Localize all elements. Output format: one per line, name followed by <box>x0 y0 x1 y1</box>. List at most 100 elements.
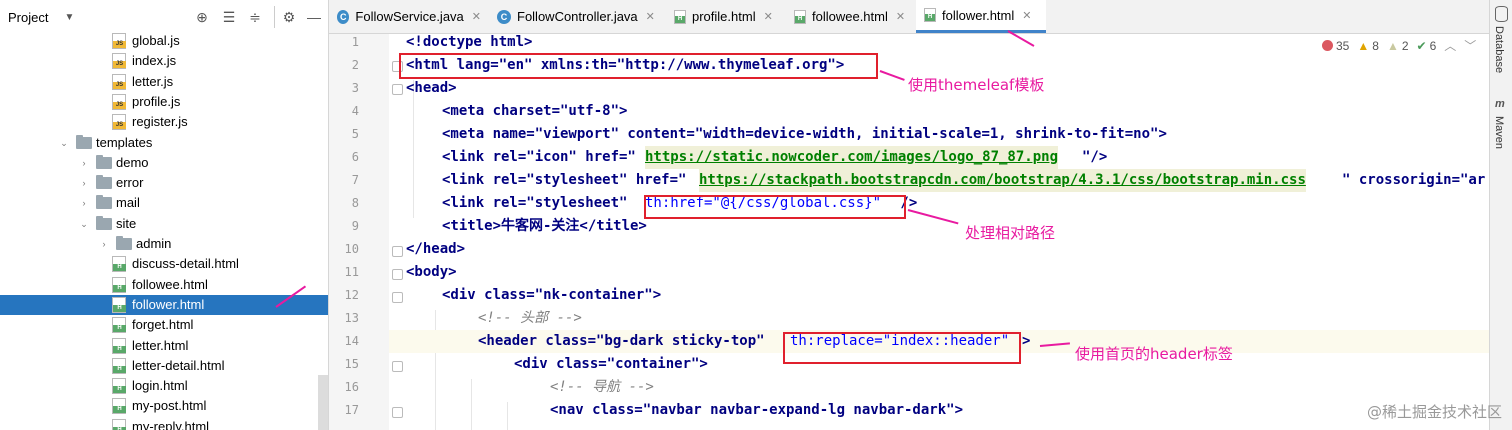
tree-item[interactable]: Hdiscuss-detail.html <box>0 254 328 274</box>
tab-profile[interactable]: profile.html ✕ <box>666 0 786 33</box>
tab-label: FollowController.java <box>517 9 638 24</box>
code-line-7: <link rel="stylesheet" href=" https://st… <box>389 169 1490 192</box>
error-count[interactable]: 35 <box>1322 37 1349 54</box>
annotation-text: 使用themeleaf模板 <box>908 76 1045 94</box>
gear-icon[interactable]: ⚙ <box>280 8 298 26</box>
tree-item[interactable]: Hforget.html <box>0 315 328 335</box>
line-number-gutter[interactable]: 1 2 3 4 5 6 7 8 9 10 11 12 13 14 15 16 17 <box>329 34 389 430</box>
folder-icon <box>76 134 92 149</box>
html-file-icon: H <box>112 357 126 374</box>
tree-item[interactable]: Hletter-detail.html <box>0 356 328 376</box>
tree-item[interactable]: › mail <box>0 193 328 213</box>
html-file-icon: H <box>112 418 126 430</box>
folder-icon <box>116 236 132 250</box>
expand-all-icon[interactable]: ≑ <box>246 8 264 26</box>
html-file-icon: H <box>112 256 126 273</box>
database-tool-button[interactable]: Database <box>1493 26 1505 73</box>
error-icon <box>1322 40 1333 51</box>
code-line-10: </head> <box>389 238 1490 261</box>
locate-icon[interactable]: ⊕ <box>193 8 211 26</box>
tree-item-label: my-reply.html <box>132 418 210 430</box>
close-icon[interactable]: ✕ <box>646 10 655 23</box>
tree-item-label: admin <box>136 236 172 251</box>
typo-count[interactable]: ✔ 6 <box>1417 37 1437 54</box>
tree-item[interactable]: › demo <box>0 153 328 173</box>
tree-item[interactable]: JS global.js <box>0 31 328 51</box>
code-line-4: <meta charset="utf-8"> <box>389 100 1490 123</box>
typo-count-value: 6 <box>1429 38 1437 53</box>
tree-item[interactable]: JS letter.js <box>0 72 328 92</box>
html-file-icon: H <box>112 398 126 415</box>
line-number: 2 <box>351 58 359 72</box>
project-title[interactable]: Project <box>8 10 48 25</box>
highlight-box <box>783 332 1021 364</box>
minimize-icon[interactable]: — <box>305 8 323 26</box>
tree-item[interactable]: Hletter.html <box>0 336 328 356</box>
line-number: 13 <box>344 311 359 325</box>
tree-item[interactable]: › error <box>0 173 328 193</box>
tree-item[interactable]: JS register.js <box>0 112 328 132</box>
scrollbar[interactable] <box>318 375 328 430</box>
line-number: 7 <box>351 173 359 187</box>
code-link[interactable]: https://static.nowcoder.com/images/logo_… <box>645 146 1059 169</box>
tab-followservice[interactable]: C FollowService.java ✕ <box>329 0 489 33</box>
chevron-right-icon[interactable]: › <box>78 153 90 173</box>
tree-item-label: site <box>116 215 137 231</box>
collapse-all-icon[interactable]: ☰ <box>220 8 238 26</box>
inspection-widget[interactable]: 35 ▲ 8 ▲ 2 ✔ 6 ︿ ﹀ <box>1322 37 1476 54</box>
tree-item[interactable]: JS index.js <box>0 51 328 71</box>
database-icon[interactable] <box>1495 6 1508 22</box>
tab-followee[interactable]: followee.html ✕ <box>786 0 916 33</box>
folder-icon <box>96 215 112 230</box>
tree-item[interactable]: Hlogin.html <box>0 376 328 396</box>
folder-icon <box>96 154 112 169</box>
code-text: <div class="nk-container"> <box>442 287 662 303</box>
close-icon[interactable]: ✕ <box>472 10 481 23</box>
tree-item-label: profile.js <box>132 93 181 109</box>
maven-icon[interactable]: m <box>1495 98 1505 110</box>
tree-item[interactable]: ⌄ site <box>0 214 328 234</box>
close-icon[interactable]: ✕ <box>896 10 905 23</box>
chevron-right-icon[interactable]: › <box>78 173 90 193</box>
tab-label: follower.html <box>942 7 1015 23</box>
line-number: 10 <box>344 242 359 256</box>
tree-item[interactable]: › admin <box>0 234 328 254</box>
close-icon[interactable]: ✕ <box>764 10 773 23</box>
tree-item[interactable]: Hmy-post.html <box>0 396 328 416</box>
tree-item-label: mail <box>116 195 140 211</box>
html-file-icon <box>924 8 936 22</box>
tree-item[interactable]: Hmy-reply.html <box>0 417 328 430</box>
tree-item[interactable]: ⌄ templates <box>0 133 328 153</box>
html-file-icon: H <box>112 276 126 293</box>
chevron-down-icon[interactable]: ▼ <box>64 12 74 23</box>
warning-count[interactable]: ▲ 8 <box>1357 37 1379 54</box>
chevron-down-icon[interactable]: ⌄ <box>58 133 70 153</box>
project-panel: Project ▼ ⊕ ☰ ≑ ⚙ — JS global.js JS index.j… <box>0 0 329 430</box>
tree-item[interactable]: JS profile.js <box>0 92 328 112</box>
close-icon[interactable]: ✕ <box>1022 9 1031 22</box>
chevron-right-icon[interactable]: › <box>98 234 110 254</box>
divider <box>274 6 275 28</box>
tab-follower[interactable]: follower.html ✕ <box>916 0 1046 33</box>
code-line-17: <nav class="navbar navbar-expand-lg navb… <box>389 399 1490 422</box>
code-link[interactable]: https://stackpath.bootstrapcdn.com/boots… <box>699 169 1306 192</box>
weak-warning-count[interactable]: ▲ 2 <box>1387 37 1409 54</box>
line-number: 3 <box>351 81 359 95</box>
code-text: </head> <box>406 241 466 257</box>
code-text: <title>牛客网-关注</title> <box>442 218 647 234</box>
tree-item[interactable]: Hfollowee.html <box>0 275 328 295</box>
tab-followcontroller[interactable]: C FollowController.java ✕ <box>489 0 666 33</box>
watermark: @稀土掘金技术社区 <box>1366 403 1502 421</box>
maven-tool-button[interactable]: Maven <box>1493 116 1505 149</box>
line-number: 17 <box>344 403 359 417</box>
code-text: <link rel="stylesheet" <box>442 195 636 211</box>
line-number: 16 <box>344 380 359 394</box>
chevron-down-icon[interactable]: ﹀ <box>1464 37 1476 54</box>
chevron-right-icon[interactable]: › <box>78 193 90 213</box>
chevron-up-icon[interactable]: ︿ <box>1444 37 1456 54</box>
weak-warning-icon: ▲ <box>1386 38 1399 53</box>
tree-item-label: letter-detail.html <box>132 357 225 373</box>
annotation-text: 使用首页的header标签 <box>1075 345 1233 363</box>
js-file-icon: JS <box>112 114 126 131</box>
chevron-down-icon[interactable]: ⌄ <box>78 214 90 234</box>
